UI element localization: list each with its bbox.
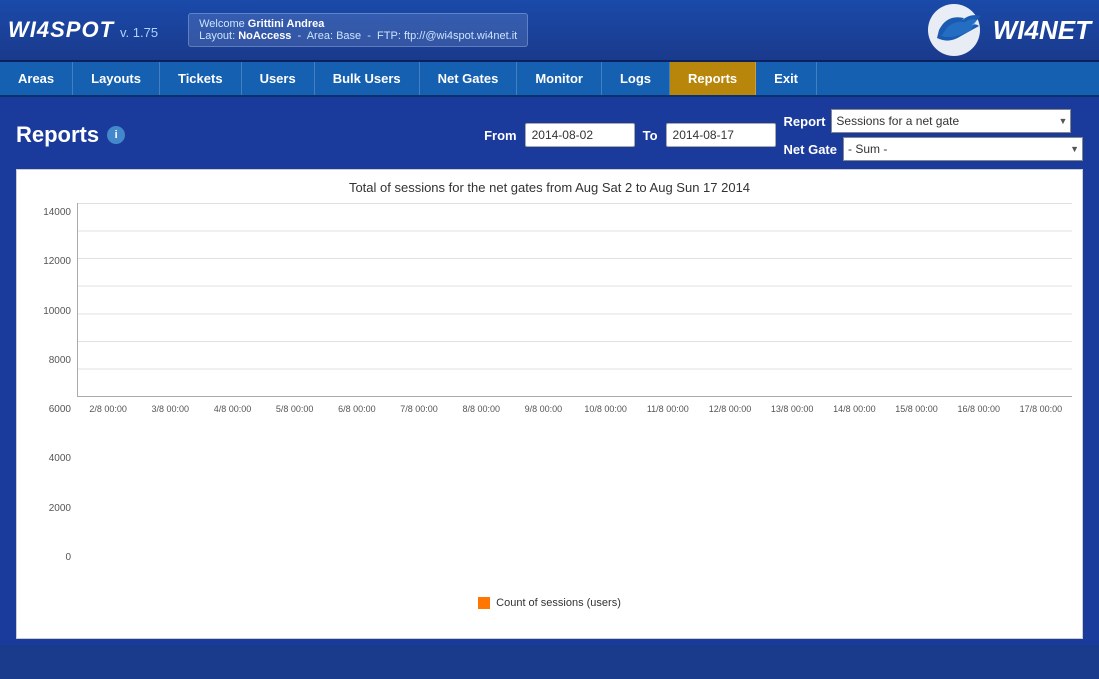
report-type-row: Report Sessions for a net gate bbox=[784, 109, 1083, 133]
nav-item-users[interactable]: Users bbox=[242, 62, 315, 95]
app-header: WI4SPOT v. 1.75 Welcome Grittini Andrea … bbox=[0, 0, 1099, 62]
x-label: 13/8 00:00 bbox=[761, 401, 823, 594]
x-label: 5/8 00:00 bbox=[264, 401, 326, 594]
y-label: 4000 bbox=[49, 453, 71, 464]
wi4net-brand: WI4NET bbox=[993, 15, 1091, 46]
x-label: 16/8 00:00 bbox=[948, 401, 1010, 594]
x-label: 2/8 00:00 bbox=[77, 401, 139, 594]
y-label: 12000 bbox=[43, 256, 71, 267]
x-label: 17/8 00:00 bbox=[1010, 401, 1072, 594]
to-date-input[interactable] bbox=[666, 123, 776, 147]
page-title: Reports bbox=[16, 122, 99, 148]
reports-toolbar: Reports i From To Report Sessions for a … bbox=[10, 103, 1089, 169]
ftp-label: FTP: bbox=[377, 30, 401, 42]
chart-area: 14000 12000 10000 8000 6000 4000 2000 0 2/8 00:… bbox=[27, 203, 1072, 593]
report-type-select[interactable]: Sessions for a net gate bbox=[831, 109, 1071, 133]
from-date-input[interactable] bbox=[525, 123, 635, 147]
user-name: Grittini Andrea bbox=[248, 18, 325, 30]
y-label: 10000 bbox=[43, 306, 71, 317]
logo-text: WI4SPOT bbox=[8, 17, 114, 43]
chart-main: 2/8 00:003/8 00:004/8 00:005/8 00:006/8 … bbox=[77, 203, 1072, 593]
nav-item-tickets[interactable]: Tickets bbox=[160, 62, 242, 95]
chart-title: Total of sessions for the net gates from… bbox=[27, 180, 1072, 195]
welcome-box: Welcome Grittini Andrea Layout: NoAccess… bbox=[188, 13, 528, 47]
to-label: To bbox=[643, 128, 658, 143]
area-value: Base bbox=[336, 30, 361, 42]
version-label: v. 1.75 bbox=[120, 25, 158, 40]
netgate-select[interactable]: - Sum - bbox=[843, 137, 1083, 161]
ftp-value: ftp://@wi4spot.wi4net.it bbox=[404, 30, 517, 42]
y-label: 0 bbox=[65, 552, 71, 563]
x-label: 4/8 00:00 bbox=[201, 401, 263, 594]
area-label: Area: bbox=[307, 30, 333, 42]
bird-logo bbox=[919, 4, 989, 56]
x-label: 3/8 00:00 bbox=[139, 401, 201, 594]
x-label: 9/8 00:00 bbox=[512, 401, 574, 594]
x-label: 10/8 00:00 bbox=[575, 401, 637, 594]
layout-value: NoAccess bbox=[238, 30, 291, 42]
y-label: 6000 bbox=[49, 404, 71, 415]
nav-item-net-gates[interactable]: Net Gates bbox=[420, 62, 518, 95]
y-label: 2000 bbox=[49, 503, 71, 514]
netgate-row: Net Gate - Sum - bbox=[784, 137, 1083, 161]
x-label: 8/8 00:00 bbox=[450, 401, 512, 594]
x-label: 12/8 00:00 bbox=[699, 401, 761, 594]
x-axis-labels: 2/8 00:003/8 00:004/8 00:005/8 00:006/8 … bbox=[77, 397, 1072, 594]
nav-item-monitor[interactable]: Monitor bbox=[517, 62, 602, 95]
welcome-label: Welcome bbox=[199, 18, 245, 30]
x-label: 11/8 00:00 bbox=[637, 401, 699, 594]
nav-item-bulk-users[interactable]: Bulk Users bbox=[315, 62, 420, 95]
report-label: Report bbox=[784, 114, 826, 129]
bars-area bbox=[77, 203, 1072, 397]
nav-item-layouts[interactable]: Layouts bbox=[73, 62, 160, 95]
logo-area: WI4SPOT v. 1.75 bbox=[8, 17, 158, 43]
navigation-bar: AreasLayoutsTicketsUsersBulk UsersNet Ga… bbox=[0, 62, 1099, 97]
nav-item-logs[interactable]: Logs bbox=[602, 62, 670, 95]
netgate-select-wrapper: - Sum - bbox=[843, 137, 1083, 161]
x-label: 7/8 00:00 bbox=[388, 401, 450, 594]
y-label: 14000 bbox=[43, 207, 71, 218]
chart-container: Total of sessions for the net gates from… bbox=[16, 169, 1083, 639]
report-select-wrapper: Sessions for a net gate bbox=[831, 109, 1071, 133]
report-selectors: Report Sessions for a net gate Net Gate … bbox=[784, 109, 1083, 161]
nav-item-exit[interactable]: Exit bbox=[756, 62, 817, 95]
legend-color-box bbox=[478, 597, 490, 609]
chart-legend: Count of sessions (users) bbox=[27, 597, 1072, 609]
legend-label: Count of sessions (users) bbox=[496, 597, 621, 609]
y-axis: 14000 12000 10000 8000 6000 4000 2000 0 bbox=[27, 203, 77, 593]
info-icon[interactable]: i bbox=[107, 126, 125, 144]
netgate-label: Net Gate bbox=[784, 142, 837, 157]
x-label: 6/8 00:00 bbox=[326, 401, 388, 594]
nav-item-reports[interactable]: Reports bbox=[670, 62, 756, 95]
layout-label: Layout: bbox=[199, 30, 235, 42]
main-content: Reports i From To Report Sessions for a … bbox=[0, 97, 1099, 645]
nav-item-areas[interactable]: Areas bbox=[0, 62, 73, 95]
y-label: 8000 bbox=[49, 355, 71, 366]
x-label: 15/8 00:00 bbox=[885, 401, 947, 594]
x-label: 14/8 00:00 bbox=[823, 401, 885, 594]
from-label: From bbox=[484, 128, 517, 143]
